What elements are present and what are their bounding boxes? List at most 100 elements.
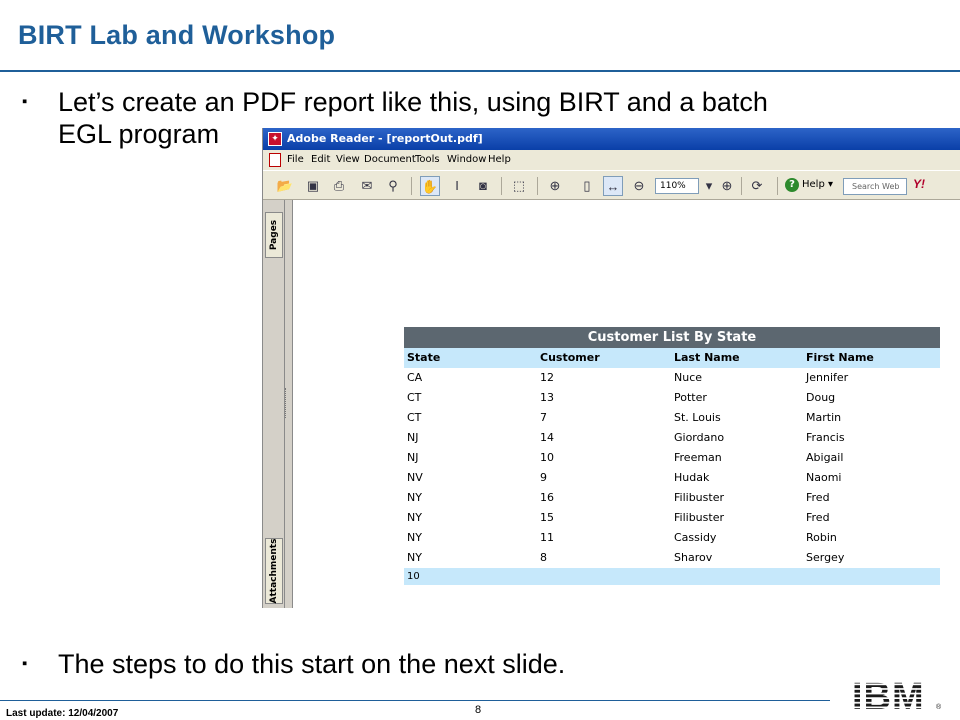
cell-last-name: Hudak <box>674 471 710 484</box>
cell-first-name: Doug <box>806 391 836 404</box>
cell-state: NY <box>407 551 422 564</box>
menu-help[interactable]: Help <box>488 154 511 165</box>
cell-first-name: Jennifer <box>806 371 849 384</box>
search-icon[interactable]: ⚲ <box>383 176 403 196</box>
search-web-input[interactable]: Search Web <box>843 178 907 195</box>
cell-state: NY <box>407 491 422 504</box>
fit-page-icon[interactable]: ▯ <box>577 176 597 196</box>
cell-last-name: Potter <box>674 391 707 404</box>
toolbar-separator <box>537 177 538 195</box>
table-row: NY 16 Filibuster Fred <box>404 488 940 508</box>
cell-last-name: Nuce <box>674 371 703 384</box>
ibm-logo-text: IBM <box>852 676 925 714</box>
hand-tool-icon[interactable]: ✋ <box>420 176 440 196</box>
help-button[interactable]: ? Help ▾ <box>785 178 833 192</box>
cell-state: NJ <box>407 451 419 464</box>
toolbar-separator <box>741 177 742 195</box>
zoom-in-icon[interactable]: ⊕ <box>717 176 737 196</box>
menu-file[interactable]: File <box>287 154 304 165</box>
cell-first-name: Fred <box>806 491 830 504</box>
cell-state: NV <box>407 471 423 484</box>
row-count: 10 <box>407 571 420 582</box>
cell-customer: 10 <box>540 451 554 464</box>
menu-edit[interactable]: Edit <box>311 154 330 165</box>
table-row: NY 8 Sharov Sergey <box>404 548 940 568</box>
cell-first-name: Sergey <box>806 551 845 564</box>
column-header: First Name <box>806 351 874 364</box>
rotate-icon[interactable]: ⟳ <box>747 176 767 196</box>
table-row: CT 13 Potter Doug <box>404 388 940 408</box>
adobe-reader-icon: ✦ <box>268 132 282 146</box>
cell-state: CT <box>407 411 422 424</box>
column-header: State <box>407 351 441 364</box>
panel-resize-handle[interactable] <box>285 388 289 418</box>
cell-first-name: Naomi <box>806 471 842 484</box>
cell-customer: 16 <box>540 491 554 504</box>
toolbar: 📂 ▣ ⎙ ✉ ⚲ ✋ I ◙ ⬚ ⊕ ▯ ↔ ⊖ 110% ▾ ⊕ ⟳ ? He… <box>263 170 960 200</box>
snapshot-icon[interactable]: ◙ <box>473 176 493 196</box>
tab-attachments[interactable]: Attachments <box>265 538 283 604</box>
slide-title: BIRT Lab and Workshop <box>18 20 336 50</box>
toolbar-separator <box>411 177 412 195</box>
menu-tools[interactable]: Tools <box>415 154 440 165</box>
menu-document[interactable]: Document <box>364 154 416 165</box>
menu-window[interactable]: Window <box>447 154 486 165</box>
cell-first-name: Fred <box>806 511 830 524</box>
zoom-out-icon[interactable]: ⊖ <box>629 176 649 196</box>
page-number: 8 <box>475 704 482 716</box>
table-header-row: State Customer Last Name First Name <box>404 348 940 368</box>
menu-bar: File Edit View Document Tools Window Hel… <box>263 150 960 170</box>
print-icon[interactable]: ⎙ <box>329 176 349 196</box>
cell-last-name: St. Louis <box>674 411 721 424</box>
table-footer-row: 10 <box>404 568 940 585</box>
cell-customer: 8 <box>540 551 547 564</box>
pdf-document-icon <box>269 153 281 167</box>
cell-customer: 12 <box>540 371 554 384</box>
crop-icon[interactable]: ⬚ <box>509 176 529 196</box>
chevron-down-icon[interactable]: ▾ <box>699 176 719 196</box>
column-header: Customer <box>540 351 600 364</box>
cell-first-name: Martin <box>806 411 842 424</box>
cell-customer: 15 <box>540 511 554 524</box>
help-label: Help <box>802 179 825 190</box>
cell-first-name: Abigail <box>806 451 844 464</box>
cell-customer: 7 <box>540 411 547 424</box>
cell-last-name: Sharov <box>674 551 713 564</box>
cell-state: CA <box>407 371 423 384</box>
cell-last-name: Cassidy <box>674 531 717 544</box>
cell-state: NY <box>407 511 422 524</box>
pdf-page: Customer List By State State Customer La… <box>292 200 960 608</box>
zoom-in-tool-icon[interactable]: ⊕ <box>545 176 565 196</box>
last-update-date: Last update: 12/04/2007 <box>6 708 119 719</box>
cell-last-name: Giordano <box>674 431 725 444</box>
open-icon[interactable]: 📂 <box>275 176 295 196</box>
tab-pages[interactable]: Pages <box>265 212 283 258</box>
table-row: NJ 14 Giordano Francis <box>404 428 940 448</box>
adobe-reader-window: ✦ Adobe Reader - [reportOut.pdf] File Ed… <box>262 128 960 608</box>
email-icon[interactable]: ✉ <box>357 176 377 196</box>
table-row: CT 7 St. Louis Martin <box>404 408 940 428</box>
title-divider <box>0 70 960 72</box>
fit-width-icon[interactable]: ↔ <box>603 176 623 196</box>
yahoo-icon[interactable]: Y! <box>913 177 925 191</box>
zoom-level-field[interactable]: 110% <box>655 178 699 194</box>
column-header: Last Name <box>674 351 740 364</box>
table-row: NY 15 Filibuster Fred <box>404 508 940 528</box>
tab-pages-label: Pages <box>269 219 279 251</box>
svg-text:®: ® <box>936 703 942 711</box>
window-title: Adobe Reader - [reportOut.pdf] <box>287 132 483 145</box>
report-title: Customer List By State <box>404 327 940 348</box>
save-icon[interactable]: ▣ <box>303 176 323 196</box>
menu-view[interactable]: View <box>336 154 360 165</box>
bullet-text: The steps to do this start on the next s… <box>58 649 566 679</box>
ibm-logo: IBM ® <box>852 676 942 714</box>
chevron-down-icon: ▾ <box>828 179 834 190</box>
tab-attachments-label: Attachments <box>269 538 279 604</box>
bullet-marker: ▪ <box>22 655 28 672</box>
window-titlebar: ✦ Adobe Reader - [reportOut.pdf] <box>263 128 960 150</box>
cell-customer: 9 <box>540 471 547 484</box>
bullet-item: ▪ The steps to do this start on the next… <box>22 648 922 684</box>
footer-divider <box>0 700 830 701</box>
table-row: NJ 10 Freeman Abigail <box>404 448 940 468</box>
select-text-icon[interactable]: I <box>447 176 467 196</box>
